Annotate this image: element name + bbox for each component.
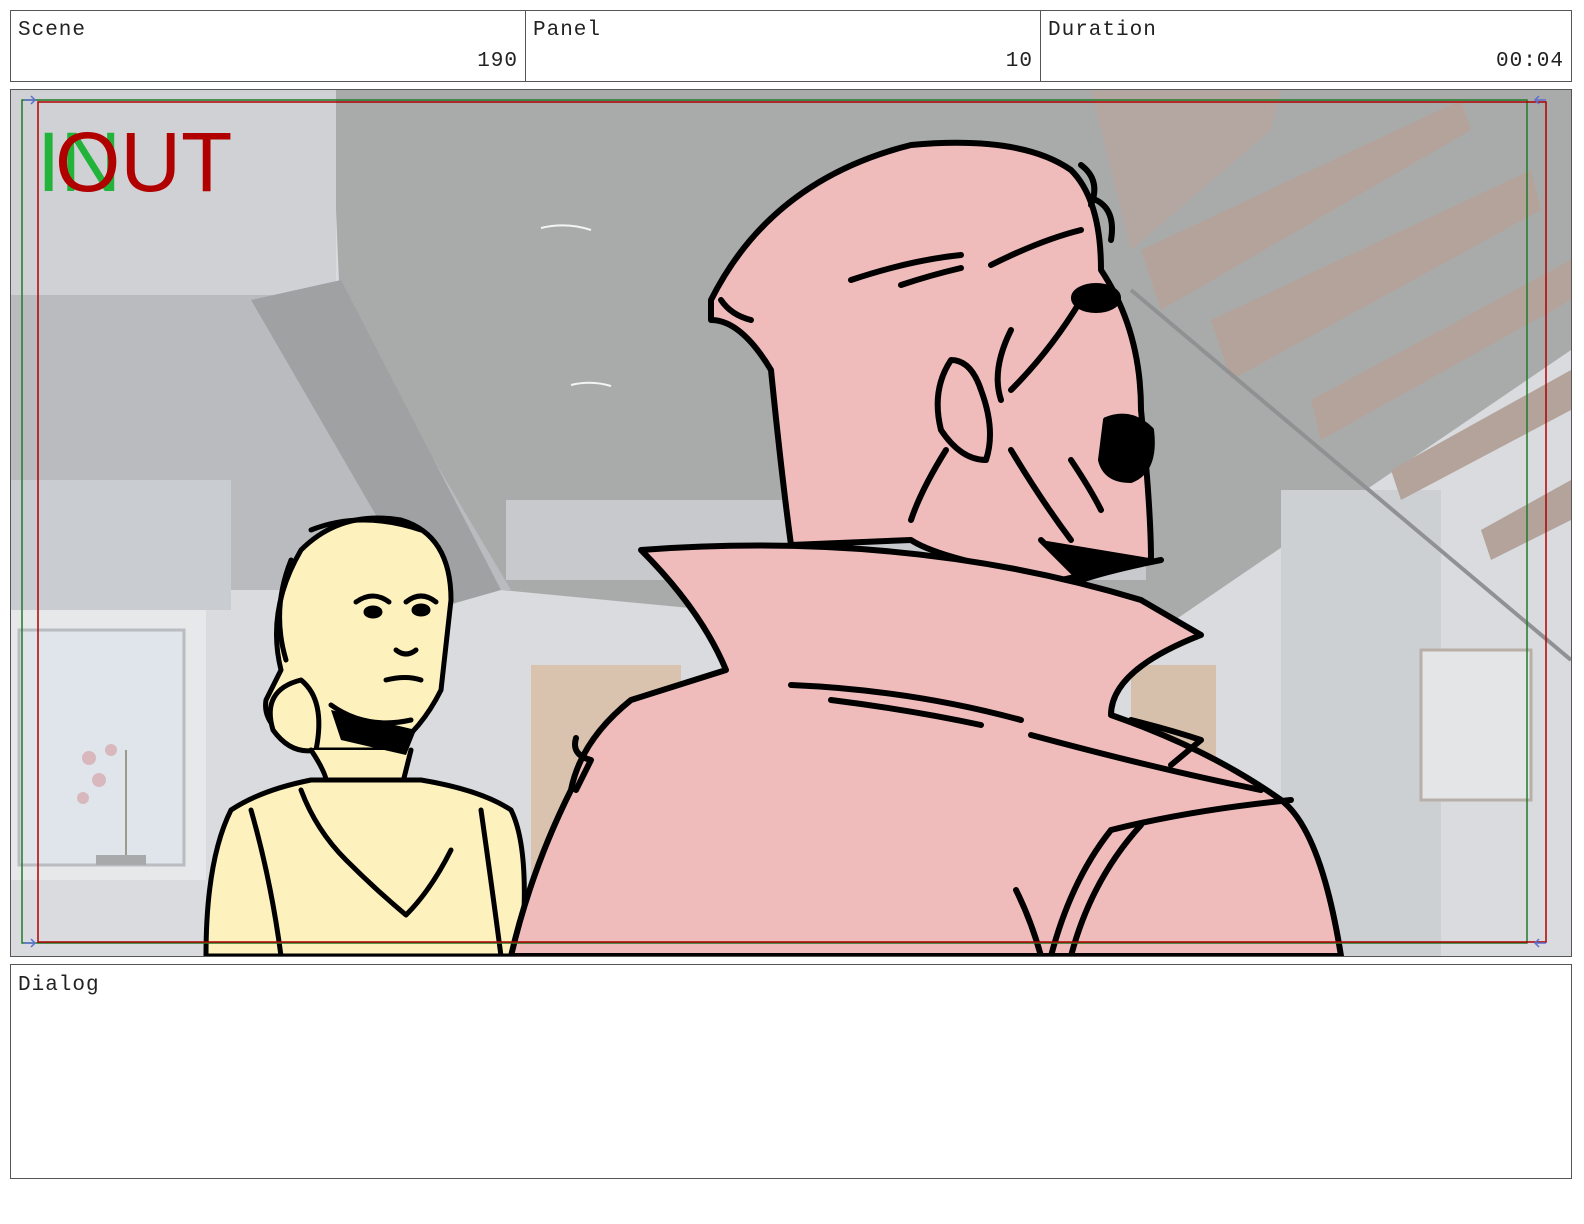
scene-label: Scene [18,19,87,42]
panel-header: Scene 190 Panel 10 Duration 00:04 [10,10,1572,82]
panel-value: 10 [1005,50,1033,73]
panel-cell: Panel 10 [526,11,1041,81]
duration-value: 00:04 [1495,50,1564,73]
duration-label: Duration [1048,19,1157,42]
storyboard-frame: IN OUT [10,89,1572,957]
scene-cell: Scene 190 [11,11,526,81]
storyboard-drawing [11,90,1571,956]
duration-cell: Duration 00:04 [1041,11,1571,81]
scene-value: 190 [477,50,518,73]
panel-label: Panel [533,19,602,42]
out-marker: OUT [55,115,233,209]
dialog-label: Dialog [18,974,100,997]
dialog-box[interactable]: Dialog [10,964,1572,1179]
